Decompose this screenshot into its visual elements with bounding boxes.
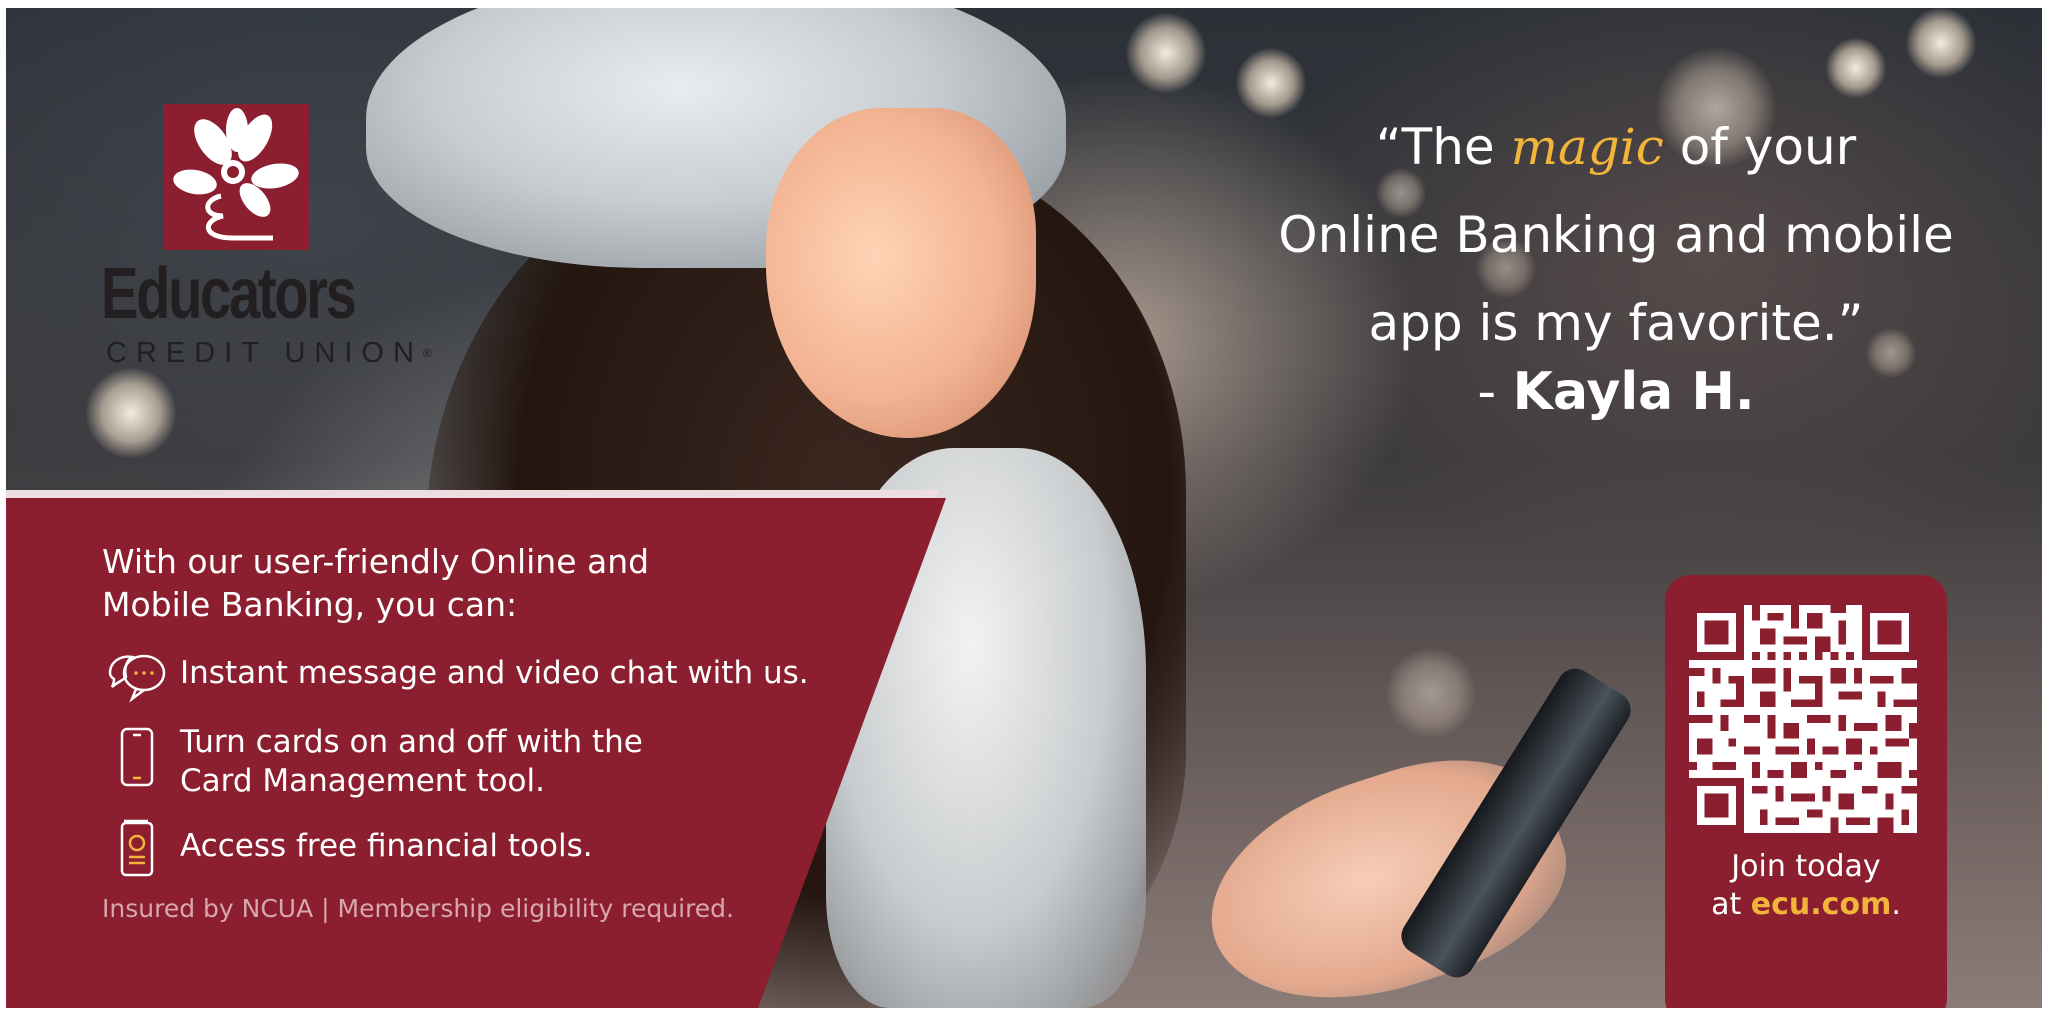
feature-text: Instant message and video chat with us.	[180, 655, 809, 691]
quote-line-2: Online Banking and mobile	[1278, 206, 1954, 264]
join-line-2: at ecu.com.	[1711, 887, 1901, 922]
testimonial-quote: “The magic of your Online Banking and mo…	[1256, 103, 1976, 367]
ad-banner: Educators CREDIT UNION® “The magic of yo…	[6, 8, 2042, 1008]
qr-code-icon[interactable]	[1689, 605, 1917, 833]
registered-mark: ®	[422, 346, 432, 360]
quote-line-1: “The magic of your	[1375, 118, 1857, 176]
panel-intro: With our user-friendly Online and Mobile…	[102, 542, 650, 624]
quote-highlight: magic	[1510, 118, 1664, 176]
brand-name: Educators	[101, 254, 357, 334]
smartphone-icon	[102, 723, 170, 791]
disclaimer: Insured by NCUA | Membership eligibility…	[102, 894, 734, 923]
feature-text: Turn cards on and off with the Card Mana…	[180, 724, 643, 799]
chat-bubbles-icon	[102, 643, 170, 711]
feature-item-tools: Access free financial tools.	[102, 813, 593, 881]
ecu-logo-mark	[163, 104, 309, 250]
quote-author: - Kayla H.	[1477, 362, 1755, 422]
brand-subtitle: CREDIT UNION®	[106, 337, 432, 369]
feature-text: Access free financial tools.	[180, 828, 593, 864]
quote-line-3: app is my favorite.”	[1368, 294, 1864, 352]
feature-item-chat: Instant message and video chat with us.	[102, 643, 809, 711]
join-line-1: Join today	[1731, 849, 1881, 884]
ecu-link[interactable]: ecu.com	[1751, 887, 1892, 922]
financial-tools-icon	[102, 813, 170, 881]
join-cta: Join today at ecu.com.	[1665, 848, 1947, 924]
feature-item-cards: Turn cards on and off with the Card Mana…	[102, 723, 643, 801]
